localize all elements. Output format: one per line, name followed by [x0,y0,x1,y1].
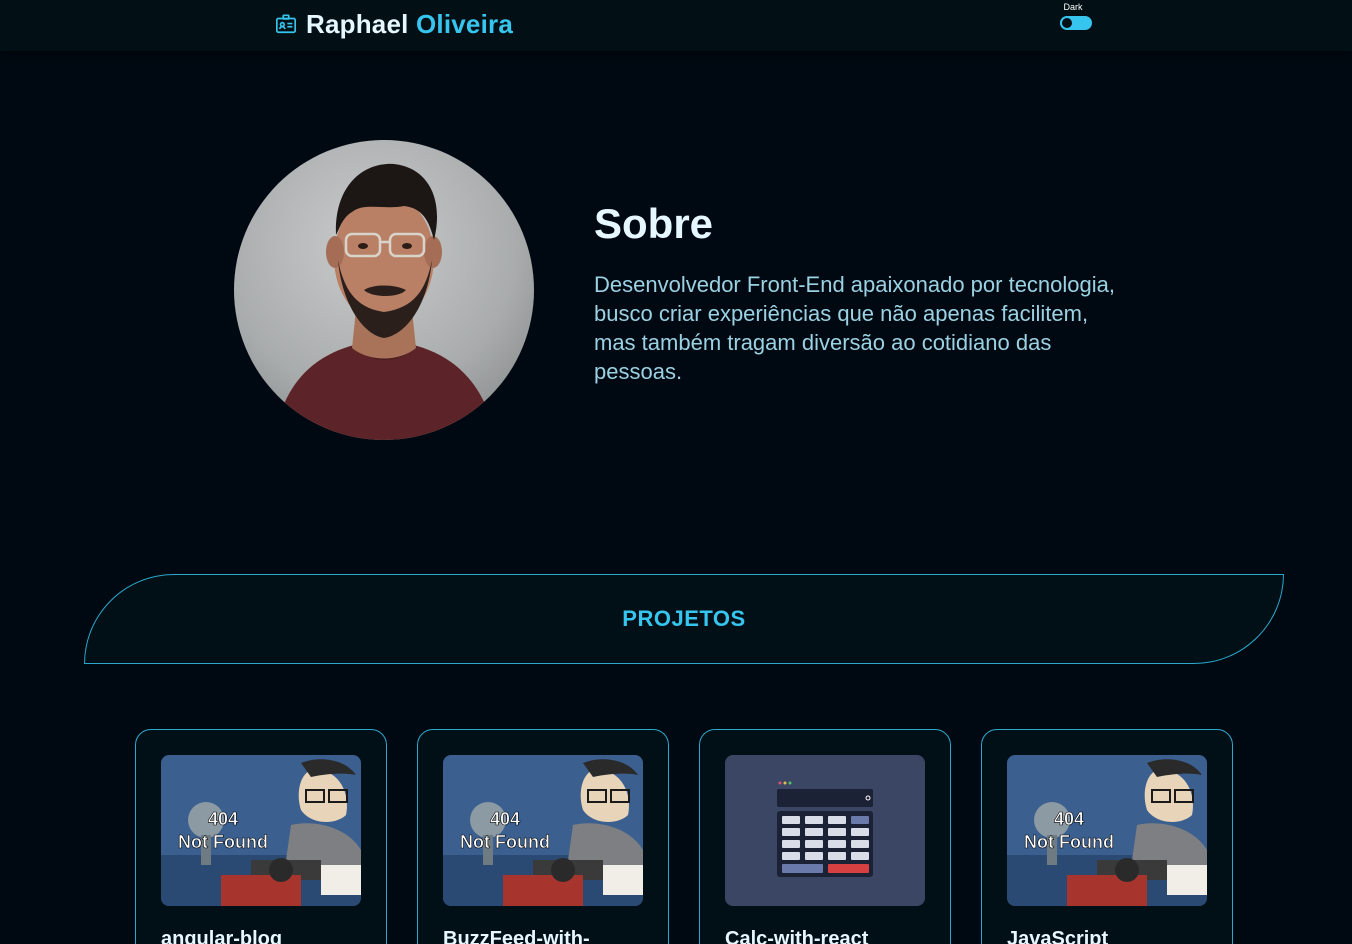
project-title[interactable]: angular-blog [161,928,371,944]
project-title[interactable]: Calc-with-react [725,928,935,944]
theme-switch[interactable] [1060,16,1092,30]
thumbnail-404-text: 404 [1054,809,1084,829]
projects-banner: PROJETOS [84,574,1284,664]
project-title[interactable]: JavaScript [1007,928,1217,944]
profile-photo [234,140,534,440]
site-header: Raphael Oliveira Dark [0,0,1352,51]
site-name: Raphael Oliveira [306,9,513,40]
theme-toggle[interactable]: Dark [1056,2,1096,34]
project-card[interactable]: Calc-with-react [699,729,951,944]
project-thumbnail-404: 404 Not Found [1007,755,1207,906]
thumbnail-not-found-text: Not Found [178,832,268,852]
project-card[interactable]: 404 Not Found BuzzFeed-with- [417,729,669,944]
project-card[interactable]: 404 Not Found angular-blog [135,729,387,944]
project-thumbnail-calculator [725,755,925,906]
logo[interactable]: Raphael Oliveira [275,8,513,40]
switch-knob [1062,18,1072,28]
theme-toggle-label: Dark [1063,2,1083,12]
site-name-last: Oliveira [415,8,513,39]
projects-title: PROJETOS [622,606,746,631]
project-title[interactable]: BuzzFeed-with- [443,928,653,944]
id-card-icon [276,14,296,34]
about-description: Desenvolvedor Front-End apaixonado por t… [594,272,1115,384]
project-card[interactable]: 404 Not Found JavaScript [981,729,1233,944]
thumbnail-not-found-text: Not Found [460,832,550,852]
thumbnail-404-text: 404 [208,809,238,829]
project-thumbnail-404: 404 Not Found [443,755,643,906]
thumbnail-not-found-text: Not Found [1024,832,1114,852]
about-title: Sobre [594,200,714,247]
thumbnail-404-text: 404 [490,809,520,829]
project-thumbnail-404: 404 Not Found [161,755,361,906]
site-name-first: Raphael [306,8,409,39]
